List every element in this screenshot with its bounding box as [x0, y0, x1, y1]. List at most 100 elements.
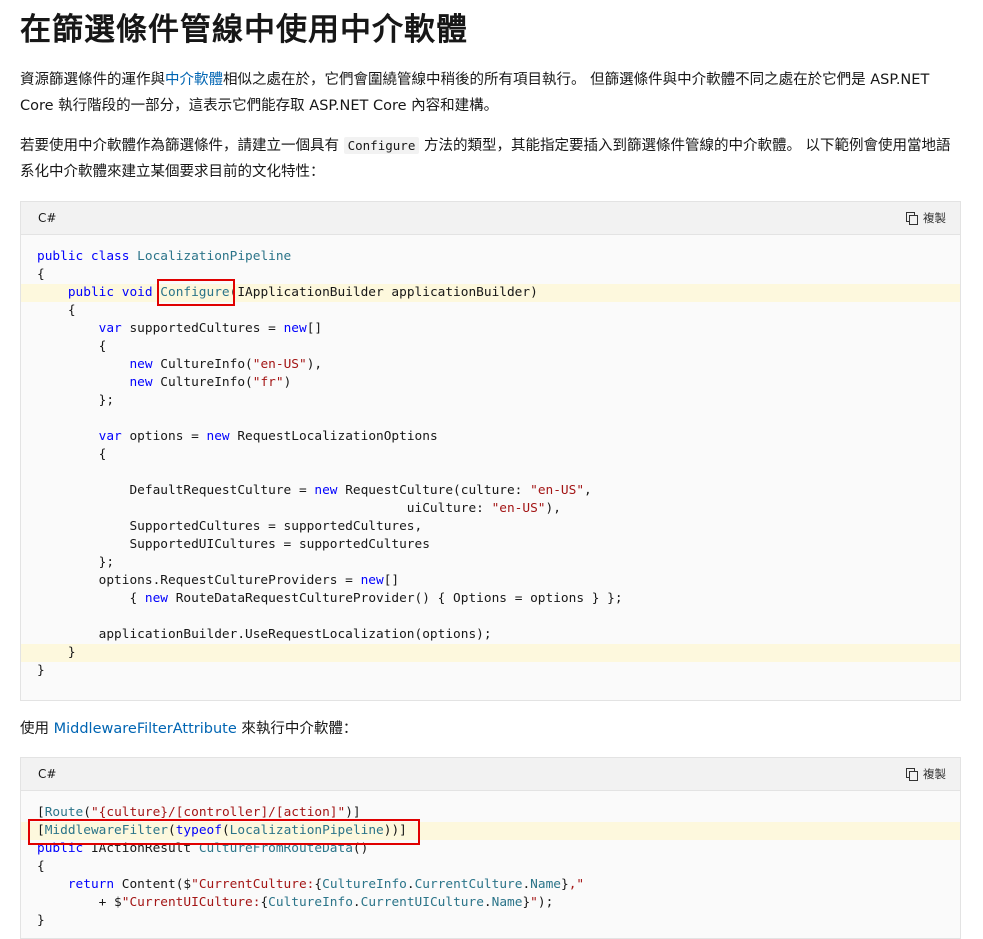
code-token: ," [568, 877, 585, 892]
code-token: MiddlewareFilter [44, 823, 168, 838]
code-token: options = [121, 429, 207, 444]
code-line: SupportedUICultures = supportedCultures [21, 536, 960, 554]
code-token: "{culture}/[controller]/[action]" [90, 805, 346, 820]
code-token: CultureInfo( [152, 375, 253, 390]
code-token: ), [306, 357, 323, 372]
code-line: SupportedCultures = supportedCultures, [21, 518, 960, 536]
intro-paragraph: 資源篩選條件的運作與中介軟體相似之處在於，它們會圍繞管線中稍後的所有項目執行。 … [20, 67, 965, 119]
code-token: new [129, 375, 153, 390]
code-token: new [314, 483, 338, 498]
code-token: } [561, 877, 569, 892]
code-token: { [37, 267, 45, 282]
code-token: CultureFromRouteData [198, 841, 353, 856]
middleware-filter-paragraph: 使用 MiddlewareFilterAttribute 來執行中介軟體： [20, 716, 965, 742]
middleware-link[interactable]: 中介軟體 [165, 72, 223, 88]
code-line: { new RouteDataRequestCultureProvider() … [21, 590, 960, 608]
code-line: } [21, 644, 960, 662]
code-token: } [37, 663, 45, 678]
code-token: { [314, 877, 323, 892]
code-token: SupportedUICultures = supportedCultures [37, 537, 430, 552]
code-token: new [360, 573, 384, 588]
code-token: + $ [37, 895, 122, 910]
code-token: RequestLocalizationOptions [229, 429, 438, 444]
code-line: { [21, 302, 960, 320]
code-line: uiCulture: "en-US"), [21, 500, 960, 518]
code-token: IActionResult [83, 841, 199, 856]
code-token: [] [306, 321, 323, 336]
code-token: Route [44, 805, 84, 820]
code-token: )] [345, 805, 361, 820]
code-token: CultureInfo [322, 877, 407, 892]
copy-icon [906, 768, 918, 781]
code-token: CurrentCulture [414, 877, 523, 892]
code-token: "CurrentCulture: [191, 877, 315, 892]
code-token: Name [491, 895, 523, 910]
code-token: typeof [175, 823, 222, 838]
code-token: Content($ [114, 877, 192, 892]
code-listing: [Route("{culture}/[controller]/[action]"… [21, 791, 960, 938]
code-token: . [483, 895, 492, 910]
usage-text-before: 若要使用中介軟體作為篩選條件，請建立一個具有 [20, 138, 344, 154]
code-token: [ [37, 823, 45, 838]
code-token: " [530, 895, 538, 910]
code-line: return Content($"CurrentCulture:{Culture… [21, 876, 960, 894]
filter-text-before: 使用 [20, 721, 54, 737]
code-line: new CultureInfo("en-US"), [21, 356, 960, 374]
code-line: new CultureInfo("fr") [21, 374, 960, 392]
middleware-filter-attribute-link[interactable]: MiddlewareFilterAttribute [54, 721, 237, 737]
code-line: }; [21, 554, 960, 572]
code-token: { [37, 447, 107, 462]
copy-label: 複製 [923, 211, 946, 225]
copy-button[interactable]: 複製 [906, 210, 946, 226]
code-line: { [21, 858, 960, 876]
code-token: supportedCultures = [121, 321, 284, 336]
code-token: }; [37, 393, 115, 408]
code-token: ) [283, 375, 292, 390]
code-token: { [37, 339, 107, 354]
code-token: new [129, 357, 153, 372]
code-token: ( [221, 823, 230, 838]
code-token: var [98, 321, 122, 336]
code-token: "en-US" [530, 483, 585, 498]
configure-inline-code: Configure [343, 137, 420, 154]
code-token: ))] [383, 823, 407, 838]
code-token: . [522, 877, 531, 892]
code-token: . [406, 877, 415, 892]
code-token: LocalizationPipeline [137, 249, 292, 264]
code-token: Name [530, 877, 561, 892]
code-token: applicationBuilder.UseRequestLocalizatio… [37, 627, 492, 642]
code-token: DefaultRequestCulture = [37, 483, 315, 498]
code-token: var [98, 429, 122, 444]
code-token: [ [37, 805, 45, 820]
code-line: public IActionResult CultureFromRouteDat… [21, 840, 960, 858]
code-token: "en-US" [252, 357, 307, 372]
localization-pipeline-code-block: C# 複製 public class LocalizationPipeline{… [20, 201, 961, 701]
code-token: { [260, 895, 269, 910]
code-token: CultureInfo( [152, 357, 253, 372]
page-title: 在篩選條件管線中使用中介軟體 [20, 12, 468, 48]
code-language-label: C# [38, 767, 57, 781]
code-line: public void Configure(IApplicationBuilde… [21, 284, 960, 302]
code-line: applicationBuilder.UseRequestLocalizatio… [21, 626, 960, 644]
code-token: SupportedCultures = supportedCultures, [37, 519, 423, 534]
code-token: () [352, 841, 369, 856]
code-line: DefaultRequestCulture = new RequestCultu… [21, 482, 960, 500]
copy-label: 複製 [923, 767, 946, 781]
code-token: } [37, 913, 45, 928]
code-token: ), [545, 501, 561, 516]
code-token: [] [383, 573, 400, 588]
code-block-header: C# 複製 [21, 758, 960, 791]
code-token: "CurrentUICulture: [121, 895, 261, 910]
copy-button[interactable]: 複製 [906, 766, 946, 782]
code-line: { [21, 266, 960, 284]
code-token: } [37, 645, 76, 660]
usage-paragraph: 若要使用中介軟體作為篩選條件，請建立一個具有 Configure 方法的類型，其… [20, 133, 965, 185]
filter-text-after: 來執行中介軟體： [236, 721, 358, 737]
code-token: RequestCulture(culture: [337, 483, 531, 498]
code-token: LocalizationPipeline [229, 823, 384, 838]
code-token: public [37, 841, 84, 856]
